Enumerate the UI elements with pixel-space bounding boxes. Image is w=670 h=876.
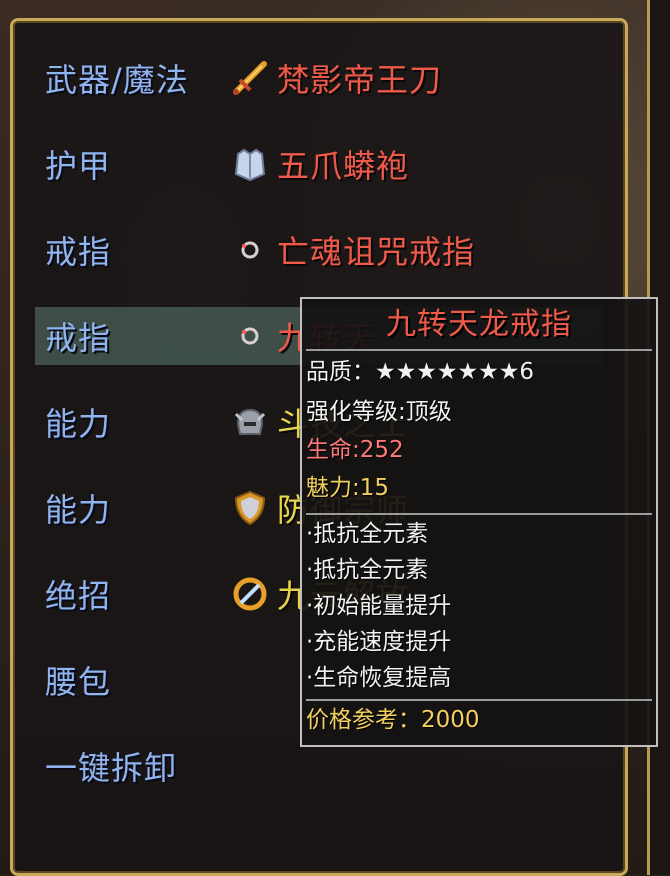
slot-label: 戒指 <box>45 319 112 357</box>
price-reference: 价格参考：2000 <box>306 707 480 733</box>
enhance-level: 强化等级:顶级 <box>306 399 452 425</box>
ring-icon <box>227 227 273 273</box>
slot-ring-1[interactable]: 戒指 亡魂诅咒戒指 <box>35 221 603 279</box>
charm-stat: 魅力:15 <box>306 475 390 501</box>
slot-label: 武器/魔法 <box>45 61 189 99</box>
effect-line: ·生命恢复提高 <box>306 665 452 691</box>
item-name: 亡魂诅咒戒指 <box>277 233 476 271</box>
slot-label: 能力 <box>45 491 112 529</box>
item-name: 五爪蟒袍 <box>277 147 410 185</box>
tooltip-title: 九转天龙戒指 <box>386 307 572 342</box>
slot-label: 腰包 <box>45 663 112 701</box>
effect-line: ·充能速度提升 <box>306 629 452 655</box>
slot-weapon[interactable]: 武器/魔法 梵影帝王刀 <box>35 49 603 107</box>
button-label: 一键拆卸 <box>45 749 178 787</box>
sword-icon <box>227 55 273 101</box>
armor-icon <box>227 141 273 187</box>
effect-line: ·初始能量提升 <box>306 593 452 619</box>
skill-icon <box>227 571 273 617</box>
item-tooltip: 九转天龙戒指 品质：★★★★★★★6 强化等级:顶级 生命:252 魅力:15 … <box>300 297 658 747</box>
divider <box>306 513 652 515</box>
slot-label: 绝招 <box>45 577 112 615</box>
divider <box>306 349 652 351</box>
quality-row: 品质：★★★★★★★6 <box>306 357 534 387</box>
effect-line: ·抵抗全元素 <box>306 521 429 547</box>
slot-label: 戒指 <box>45 233 112 271</box>
slot-armor[interactable]: 护甲 五爪蟒袍 <box>35 135 603 193</box>
ring-icon <box>227 313 273 359</box>
hp-stat: 生命:252 <box>306 437 404 463</box>
effect-line: ·抵抗全元素 <box>306 557 429 583</box>
item-name: 梵影帝王刀 <box>277 61 443 99</box>
divider <box>306 699 652 701</box>
quality-level: 6 <box>519 359 534 385</box>
quality-stars: ★★★★★★★ <box>375 359 520 385</box>
slot-label: 护甲 <box>45 147 112 185</box>
helmet-icon <box>227 399 273 445</box>
shield-icon <box>227 485 273 531</box>
slot-label: 能力 <box>45 405 112 443</box>
quality-label: 品质： <box>306 359 375 385</box>
